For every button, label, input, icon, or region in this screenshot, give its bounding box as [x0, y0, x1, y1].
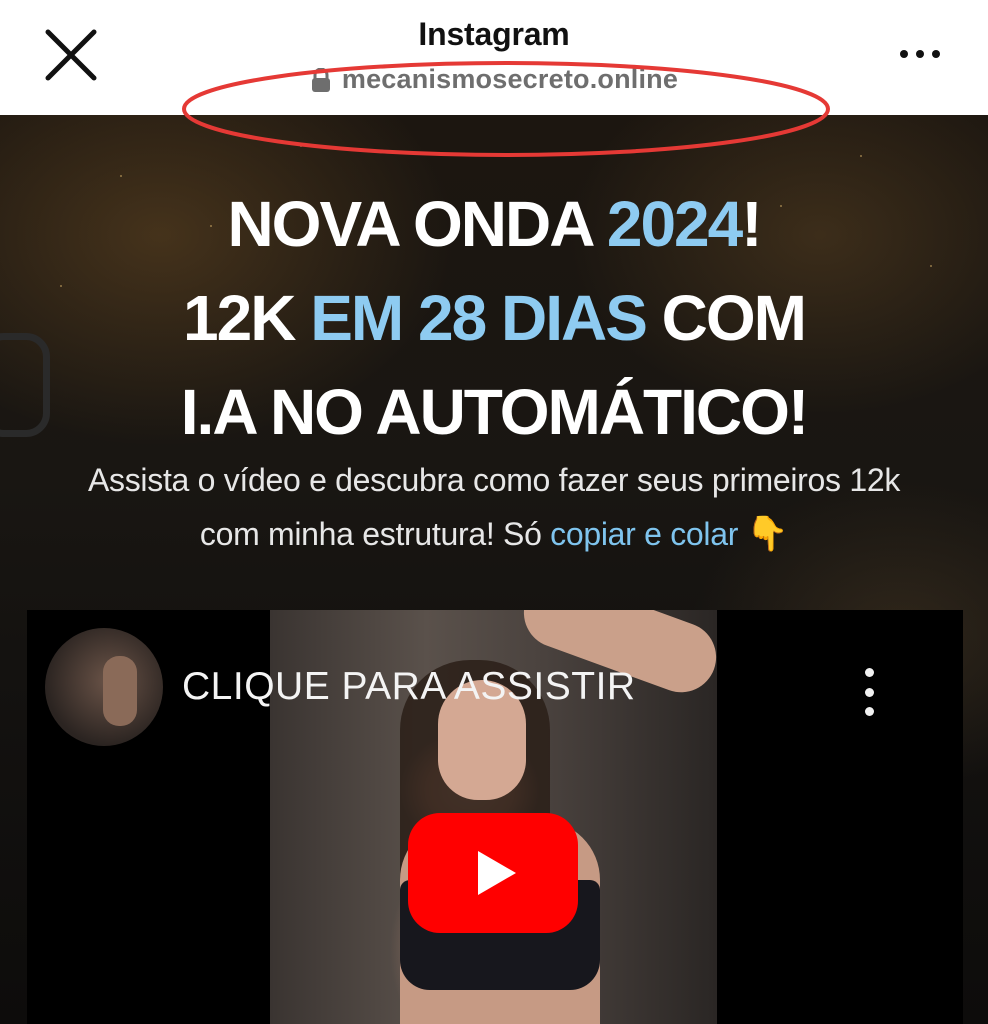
app-title: Instagram — [418, 16, 570, 52]
pointing-down-icon: 👇 — [746, 515, 789, 553]
url-bar[interactable]: mecanismosecreto.online — [0, 64, 988, 95]
headline-period: EM 28 DIAS — [310, 282, 648, 354]
subtitle-line-1: Assista o vídeo e descubra como fazer se… — [87, 462, 901, 498]
headline: NOVA ONDA 2024! 12K EM 28 DIAS COM I.A N… — [0, 177, 988, 459]
url-text: mecanismosecreto.online — [341, 64, 679, 94]
headline-line-2: 12K EM 28 DIAS COM — [0, 271, 988, 365]
landing-page: NOVA ONDA 2024! 12K EM 28 DIAS COM I.A N… — [0, 115, 988, 1024]
video-menu-button[interactable] — [859, 668, 879, 716]
browser-header: Instagram mecanismosecreto.online — [0, 0, 988, 115]
vertical-dots-icon — [864, 668, 874, 677]
more-options-button[interactable] — [890, 36, 950, 72]
headline-text: NOVA ONDA — [227, 188, 607, 260]
play-icon — [478, 851, 516, 895]
subtitle: Assista o vídeo e descubra como fazer se… — [0, 453, 988, 561]
more-options-icon — [916, 50, 924, 58]
vertical-dots-icon — [864, 707, 874, 716]
play-button[interactable] — [408, 813, 578, 933]
vertical-dots-icon — [864, 687, 874, 697]
lock-icon — [311, 67, 330, 92]
more-options-icon — [900, 50, 908, 58]
headline-line-3: I.A NO AUTOMÁTICO! — [180, 376, 809, 448]
headline-exclaim: ! — [741, 188, 762, 260]
subtitle-line-2: com minha estrutura! Só copiar e colar 👇 — [0, 507, 988, 561]
subtitle-lead: com minha estrutura! Só — [199, 516, 551, 552]
more-options-icon — [932, 50, 940, 58]
video-title[interactable]: CLIQUE PARA ASSISTIR — [182, 665, 636, 709]
headline-line-1: NOVA ONDA 2024! — [0, 177, 988, 271]
channel-avatar[interactable] — [45, 628, 163, 746]
headline-amount: 12K — [183, 282, 311, 354]
headline-year: 2024 — [606, 188, 743, 260]
video-player[interactable]: CLIQUE PARA ASSISTIR — [27, 610, 963, 1024]
headline-connector: COM — [645, 282, 807, 354]
video-letterbox-right — [717, 610, 963, 1024]
copy-paste-highlight: copiar e colar — [550, 516, 739, 552]
